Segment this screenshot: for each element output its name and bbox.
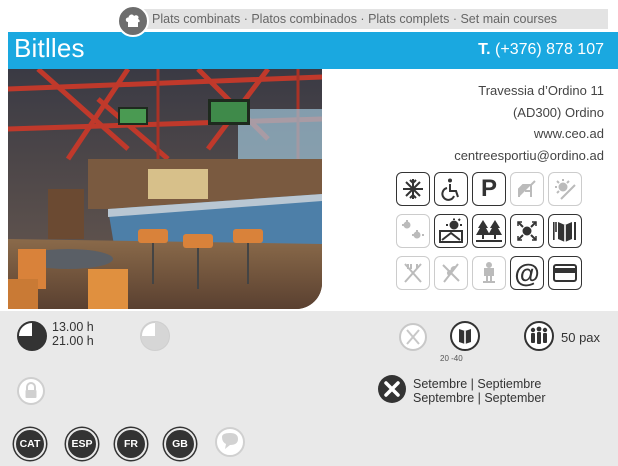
closing-time: 21.00 h [52,334,94,348]
venue-name: Bitlles [14,33,85,63]
venue-photo [8,69,322,309]
price-high: -40 [451,354,463,363]
no-cutlery-circle-icon [398,322,428,352]
menu-price-icon [449,320,481,352]
language-fr: FR [115,428,147,460]
capacity-icon [523,320,555,352]
outdoor-terrace-icon [396,214,430,248]
credit-card-icon [548,256,582,290]
address-line2: (AD300) Ordino [512,104,604,120]
phone-number[interactable]: T. (+376) 878 107 [478,41,604,59]
terrace-sun-icon [548,172,582,206]
central-location-icon [510,214,544,248]
language-esp: ESP [66,428,98,460]
language-cat: CAT [14,428,46,460]
phone-value: (+376) 878 107 [495,41,604,58]
menu-price-range: 20 -40 [440,354,463,363]
wheelchair-access-icon [434,172,468,206]
email-icon: @ [510,256,544,290]
no-cutlery-icon [396,256,430,290]
closed-period-icon [376,373,408,405]
phone-prefix: T. [478,41,491,58]
email-link[interactable]: centreesportiu@ordino.ad [344,145,604,167]
price-low: 20 [440,354,449,363]
pets-allowed-icon [510,172,544,206]
closing-period: Setembre | Septiembre Septembre | Septem… [413,377,545,405]
category-text: Plats combinats · Platos combinados · Pl… [152,12,558,26]
opening-time: 13.00 h [52,320,94,334]
parking-icon: P [472,172,506,206]
kids-chair-icon [472,256,506,290]
opening-hours: 13.00 h 21.00 h [52,320,94,348]
contact-block: Travessia d’Ordino 11 (AD300) Ordino www… [344,80,604,166]
address-line1: Travessia d’Ordino 11 [478,83,604,98]
lock-icon [16,376,46,406]
air-conditioning-icon [396,172,430,206]
clock-open-icon [16,320,48,352]
language-gb: GB [164,428,196,460]
website-link[interactable]: www.ceo.ad [344,123,604,145]
speech-bubble-icon [214,426,246,458]
closing-line1: Setembre | Septiembre [413,377,542,391]
capacity-text: 50 pax [561,330,601,345]
clock-second-shift-icon [139,320,171,352]
menu-book-icon [548,214,582,248]
closing-line2: Septembre | September [413,391,546,405]
forest-view-icon [472,214,506,248]
sun-terrace-view-icon [434,214,468,248]
gluten-free-icon [434,256,468,290]
chef-hat-icon [117,5,149,37]
